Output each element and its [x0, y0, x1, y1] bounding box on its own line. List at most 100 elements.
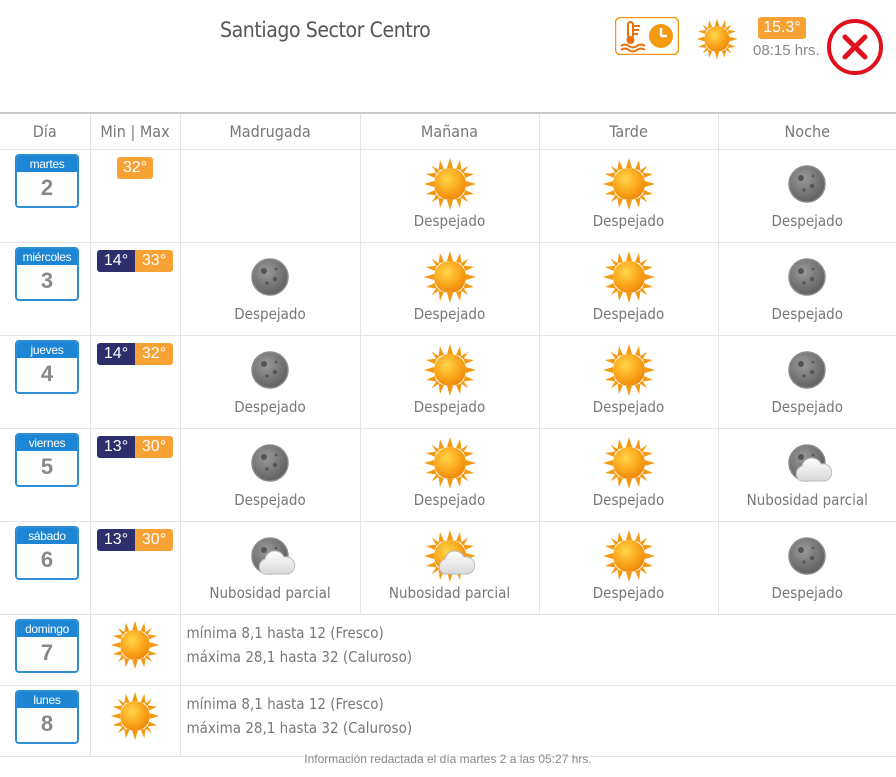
period-cell: Despejado	[539, 242, 719, 336]
day-name: jueves	[17, 342, 77, 358]
day-badge[interactable]: viernes 5	[15, 433, 79, 487]
period-cell: Despejado	[539, 428, 719, 522]
col-header-manana: Mañana	[360, 114, 540, 150]
day-number: 6	[40, 547, 54, 572]
day-badge[interactable]: lunes 8	[15, 690, 79, 744]
max-temp: 33°	[135, 250, 173, 272]
moon-icon	[788, 351, 826, 389]
table-row: domingo 7 mínima 8,1 hasta 12 (Fresco) máxi…	[0, 614, 896, 686]
period-cell: Despejado	[180, 242, 361, 336]
moon-icon	[788, 165, 826, 203]
minmax-cell: 13° 30°	[90, 428, 181, 522]
day-number: 7	[40, 640, 54, 665]
current-temperature: 15.3°	[758, 17, 806, 39]
sun-icon	[423, 437, 476, 489]
day-cell: domingo 7	[0, 614, 91, 686]
sun-icon	[602, 158, 655, 210]
day-name: domingo	[17, 621, 77, 637]
sun-icon	[423, 251, 476, 303]
table-row: miércoles 3 14° 33° Despejado Despejado Despej…	[0, 242, 896, 336]
condition-label: Despejado	[413, 305, 486, 323]
moon-cloud-icon	[788, 444, 833, 482]
day-number: 2	[40, 175, 54, 200]
period-cell: Despejado	[360, 242, 540, 336]
condition-label: Despejado	[234, 491, 306, 509]
max-temp: 32°	[117, 157, 153, 179]
min-temp: 14°	[97, 343, 135, 365]
moon-icon	[251, 351, 289, 389]
table-row: viernes 5 13° 30° Despejado Despejado Despejad…	[0, 428, 896, 522]
period-cell: Despejado	[718, 521, 896, 615]
col-header-dia: Día	[0, 114, 91, 150]
extended-forecast: mínima 8,1 hasta 12 (Fresco) máxima 28,1 …	[180, 685, 896, 757]
sun-icon	[602, 251, 655, 303]
minmax-cell: 14° 32°	[90, 335, 181, 429]
day-badge[interactable]: jueves 4	[15, 340, 79, 394]
period-cell: Despejado	[539, 149, 719, 243]
condition-label: Despejado	[592, 212, 665, 230]
day-badge[interactable]: domingo 7	[15, 619, 79, 673]
min-range-text: mínima 8,1 hasta 12 (Fresco)	[186, 624, 384, 642]
table-row: lunes 8 mínima 8,1 hasta 12 (Fresco) máxima…	[0, 685, 896, 757]
period-cell	[180, 149, 361, 243]
table-row: sábado 6 13° 30° Nubosidad parcial Nubosidad …	[0, 521, 896, 615]
condition-label: Despejado	[592, 584, 665, 602]
min-temp: 14°	[97, 250, 135, 272]
period-cell: Despejado	[718, 242, 896, 336]
footer-note: Información redactada el día martes 2 a …	[304, 752, 592, 766]
day-cell: miércoles 3	[0, 242, 91, 336]
sun-icon	[602, 530, 655, 582]
max-range-text: máxima 28,1 hasta 32 (Caluroso)	[186, 648, 413, 666]
condition-label: Despejado	[413, 398, 486, 416]
temperature-range: 32°	[117, 157, 153, 179]
sun-icon	[423, 158, 476, 210]
max-temp: 32°	[135, 343, 173, 365]
day-badge[interactable]: sábado 6	[15, 526, 79, 580]
condition-label: Despejado	[413, 491, 486, 509]
header: Santiago Sector Centro 15.3° 08:15 hrs.	[0, 0, 896, 112]
condition-label: Despejado	[413, 212, 486, 230]
day-number: 3	[40, 268, 54, 293]
min-temp: 13°	[97, 529, 135, 551]
day-number: 4	[40, 361, 54, 386]
day-name: lunes	[17, 692, 77, 708]
day-badge[interactable]: martes 2	[15, 154, 79, 208]
temperature-range: 14° 33°	[97, 250, 173, 272]
day-badge[interactable]: miércoles 3	[15, 247, 79, 301]
table-row: martes 2 32° Despejado Despejado Despejado	[0, 149, 896, 243]
icon-cell	[90, 685, 181, 757]
sun-icon	[110, 691, 160, 741]
period-cell: Nubosidad parcial	[360, 521, 540, 615]
period-cell: Despejado	[360, 428, 540, 522]
period-cell: Despejado	[180, 428, 361, 522]
col-header-noche: Noche	[718, 114, 896, 150]
extended-forecast: mínima 8,1 hasta 12 (Fresco) máxima 28,1 …	[180, 614, 896, 686]
period-cell: Despejado	[539, 335, 719, 429]
condition-label: Despejado	[771, 398, 843, 416]
minmax-cell: 13° 30°	[90, 521, 181, 615]
condition-label: Nubosidad parcial	[746, 491, 868, 509]
sun-cloud-icon	[423, 530, 476, 582]
moon-icon	[251, 258, 289, 296]
period-cell: Despejado	[539, 521, 719, 615]
condition-label: Despejado	[592, 398, 665, 416]
current-sun-icon	[696, 18, 738, 60]
close-icon[interactable]	[826, 18, 884, 76]
moon-cloud-icon	[251, 537, 296, 575]
moon-icon	[788, 258, 826, 296]
sun-icon	[423, 344, 476, 396]
minmax-cell: 14° 33°	[90, 242, 181, 336]
col-header-tarde: Tarde	[539, 114, 719, 150]
condition-label: Despejado	[592, 491, 665, 509]
thermometer-clock-icon[interactable]	[615, 17, 679, 55]
temperature-range: 13° 30°	[97, 529, 173, 551]
page-title: Santiago Sector Centro	[220, 18, 431, 42]
condition-label: Despejado	[592, 305, 665, 323]
condition-label: Nubosidad parcial	[388, 584, 511, 602]
condition-label: Despejado	[234, 398, 306, 416]
sun-icon	[602, 437, 655, 489]
table-row: jueves 4 14° 32° Despejado Despejado Despejado…	[0, 335, 896, 429]
sun-icon	[602, 344, 655, 396]
max-range-text: máxima 28,1 hasta 32 (Caluroso)	[186, 719, 413, 737]
temperature-range: 13° 30°	[97, 436, 173, 458]
